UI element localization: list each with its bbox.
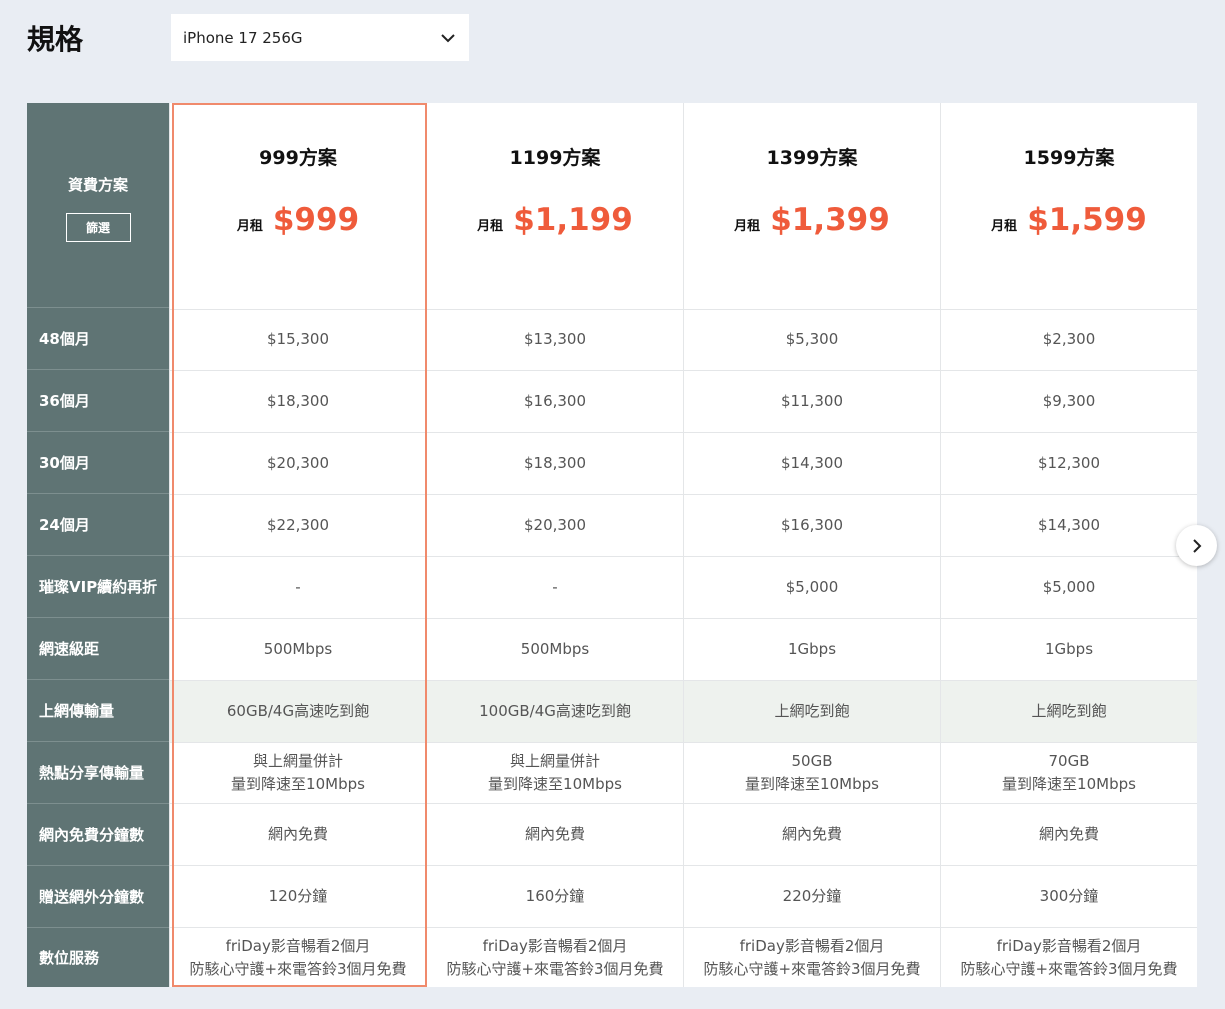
- plan-name: 999方案: [259, 147, 337, 169]
- plan-name: 1599方案: [1023, 147, 1115, 169]
- plan-cell: 100GB/4G高速吃到飽: [427, 680, 683, 743]
- monthly-price: $999: [272, 202, 360, 238]
- row-label: 上網傳輸量: [27, 680, 169, 742]
- plan-cell: 網內免費: [684, 804, 940, 867]
- row-label: 熱點分享傳輸量: [27, 742, 169, 804]
- plan-cell: $16,300: [684, 495, 940, 557]
- plan-cell: $20,300: [427, 495, 683, 557]
- plan-cell: $5,000: [684, 557, 940, 619]
- plan-cell: 70GB 量到降速至10Mbps: [941, 743, 1197, 805]
- plan-cell: 1Gbps: [941, 619, 1197, 681]
- price-prefix: 月租: [991, 218, 1018, 234]
- next-plans-button[interactable]: [1176, 525, 1217, 566]
- plan-column[interactable]: 1399方案月租 $1,399 $5,300 $11,300 $14,300 $16,30…: [683, 103, 940, 987]
- plan-cell: $15,300: [170, 310, 426, 372]
- plan-cell: $9,300: [941, 371, 1197, 434]
- plan-price-line: 月租 $999: [237, 202, 359, 238]
- plan-cell: $11,300: [684, 371, 940, 434]
- row-label: 36個月: [27, 370, 169, 432]
- plan-cell: $12,300: [941, 433, 1197, 496]
- plan-cell: 120分鐘: [170, 866, 426, 929]
- row-label: 48個月: [27, 308, 169, 370]
- plan-cell: 網內免費: [941, 804, 1197, 867]
- plan-cell: 50GB 量到降速至10Mbps: [684, 743, 940, 805]
- plan-cell: 網內免費: [170, 804, 426, 867]
- price-prefix: 月租: [477, 218, 504, 234]
- page-title: 規格: [27, 23, 84, 56]
- plan-cell: $5,300: [684, 310, 940, 372]
- plan-column[interactable]: 999方案月租 $999 $15,300 $18,300 $20,300 $22,300-…: [169, 103, 426, 987]
- price-prefix: 月租: [734, 218, 761, 234]
- plan-name: 1199方案: [509, 147, 601, 169]
- row-label: 網速級距: [27, 618, 169, 680]
- row-label: 30個月: [27, 432, 169, 494]
- row-label: 數位服務: [39, 948, 100, 967]
- plan-header: 1199方案月租 $1,199: [427, 103, 683, 310]
- plan-cell: $2,300: [941, 310, 1197, 372]
- plan-cell: $13,300: [427, 310, 683, 372]
- plan-column[interactable]: 1199方案月租 $1,199 $13,300 $16,300 $18,300 $20,3…: [426, 103, 683, 987]
- plan-cell: 與上網量併計 量到降速至10Mbps: [427, 743, 683, 805]
- plan-price-line: 月租 $1,199: [477, 202, 633, 238]
- plan-cell: $5,000: [941, 557, 1197, 619]
- plan-cell: 上網吃到飽: [684, 680, 940, 743]
- chevron-down-icon: [441, 33, 455, 42]
- chevron-right-icon: [1192, 538, 1201, 553]
- monthly-price: $1,599: [1027, 202, 1147, 238]
- row-label-column: 資費方案 篩選 48個月 36個月 30個月 24個月 璀璨VIP續約再折 網速級距 上網傳…: [27, 103, 169, 987]
- plan-cell: 500Mbps: [170, 619, 426, 681]
- monthly-price: $1,199: [513, 202, 633, 238]
- plan-cell: $18,300: [170, 371, 426, 434]
- plan-comparison-table: 資費方案 篩選 48個月 36個月 30個月 24個月 璀璨VIP續約再折 網速級距 上網傳…: [27, 103, 1197, 987]
- plan-cell: $14,300: [684, 433, 940, 496]
- monthly-price: $1,399: [770, 202, 890, 238]
- row-label: 24個月: [27, 494, 169, 556]
- plan-cell: -: [427, 557, 683, 619]
- row-label: 贈送網外分鐘數: [27, 866, 169, 928]
- plan-cell: friDay影音暢看2個月 防駭心守護+來電答鈴3個月免費: [703, 936, 921, 978]
- plan-cell: $14,300: [941, 495, 1197, 557]
- filter-button[interactable]: 篩選: [65, 213, 131, 242]
- plan-cell: 網內免費: [427, 804, 683, 867]
- plan-cell: $20,300: [170, 433, 426, 496]
- plan-cell: $22,300: [170, 495, 426, 557]
- device-select[interactable]: iPhone 17 256G: [171, 14, 469, 61]
- plan-cell: friDay影音暢看2個月 防駭心守護+來電答鈴3個月免費: [960, 936, 1178, 978]
- row-label: 網內免費分鐘數: [27, 804, 169, 866]
- plan-cell: -: [170, 557, 426, 619]
- plan-price-line: 月租 $1,399: [734, 202, 890, 238]
- plan-column[interactable]: 1599方案月租 $1,599 $2,300 $9,300 $12,300 $14,300…: [940, 103, 1197, 987]
- plan-cell: $18,300: [427, 433, 683, 496]
- plan-cell: 220分鐘: [684, 866, 940, 929]
- plan-header-label-cell: 資費方案 篩選: [27, 103, 169, 308]
- plan-cell: 500Mbps: [427, 619, 683, 681]
- plan-name: 1399方案: [766, 147, 858, 169]
- plan-header: 999方案月租 $999: [170, 103, 426, 310]
- device-select-value: iPhone 17 256G: [183, 28, 303, 47]
- plan-header-label: 資費方案: [67, 176, 128, 194]
- plan-cell: friDay影音暢看2個月 防駭心守護+來電答鈴3個月免費: [189, 936, 407, 978]
- plan-cell: friDay影音暢看2個月 防駭心守護+來電答鈴3個月免費: [446, 936, 664, 978]
- plan-cell: 上網吃到飽: [941, 680, 1197, 743]
- row-label: 璀璨VIP續約再折: [27, 556, 169, 618]
- plan-cell: 與上網量併計 量到降速至10Mbps: [170, 743, 426, 805]
- plan-cell: $16,300: [427, 371, 683, 434]
- plan-header: 1599方案月租 $1,599: [941, 103, 1197, 310]
- price-prefix: 月租: [236, 218, 263, 234]
- plan-cell: 160分鐘: [427, 866, 683, 929]
- plan-price-line: 月租 $1,599: [991, 202, 1147, 238]
- plan-header: 1399方案月租 $1,399: [684, 103, 940, 310]
- plan-cell: 1Gbps: [684, 619, 940, 681]
- plan-cell: 300分鐘: [941, 866, 1197, 929]
- plan-cell: 60GB/4G高速吃到飽: [170, 680, 426, 743]
